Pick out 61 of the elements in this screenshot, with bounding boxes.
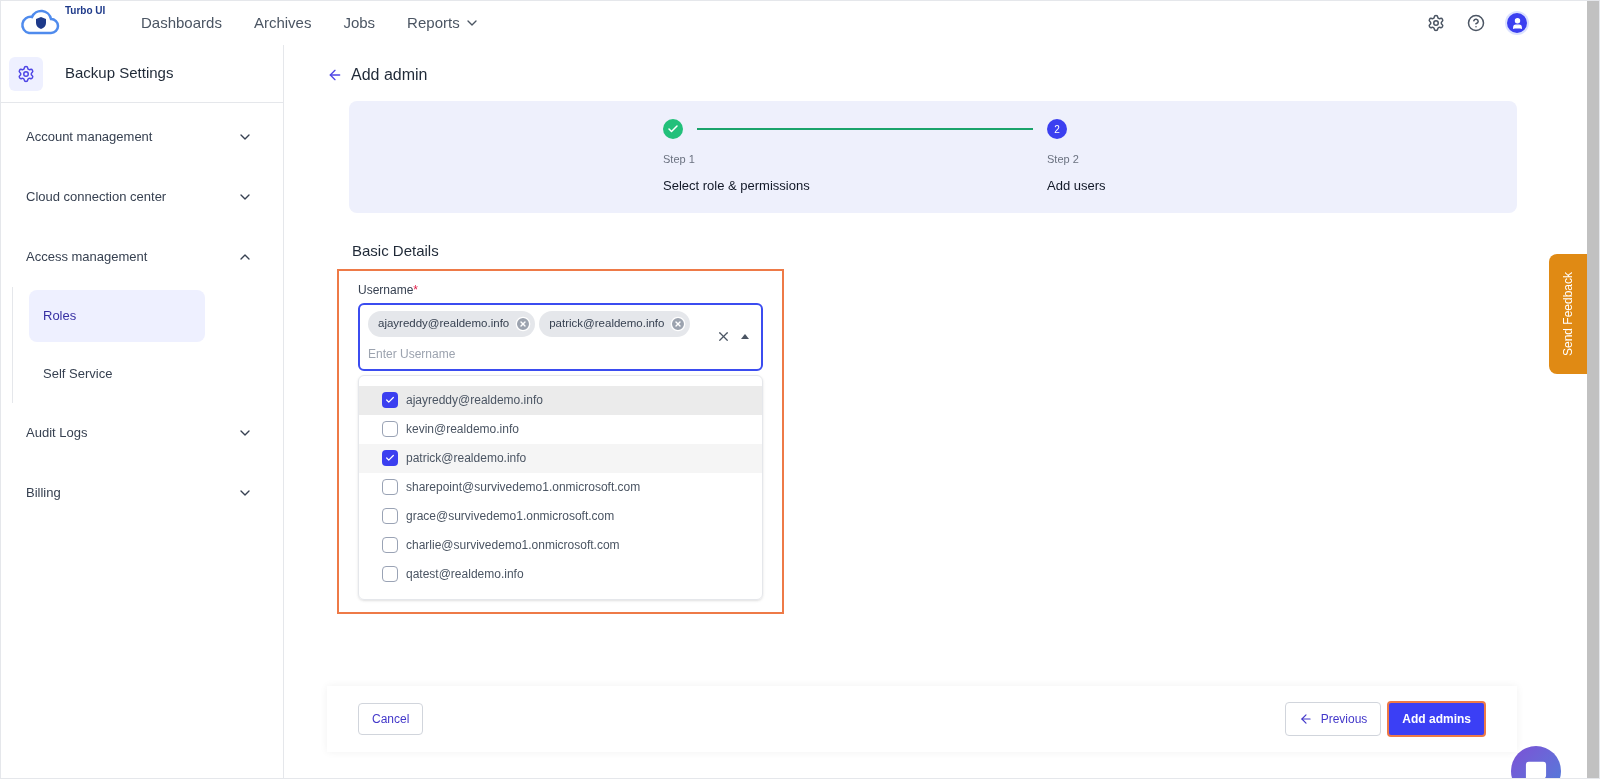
sidebar-section[interactable]: Audit Logs <box>1 403 283 463</box>
sidebar-item[interactable]: Roles <box>29 290 205 342</box>
nav-link[interactable]: Jobs <box>343 11 376 35</box>
option-row[interactable]: sharepoint@survivedemo1.onmicrosoft.com <box>359 472 762 502</box>
selected-chip[interactable]: patrick@realdemo.info <box>539 310 691 337</box>
option-row[interactable]: qatest@realdemo.info <box>359 559 762 589</box>
step-label: Step 2 <box>1047 152 1080 167</box>
option-label: qatest@realdemo.info <box>406 566 524 583</box>
back-arrow-icon[interactable] <box>327 67 343 83</box>
option-row[interactable]: grace@survivedemo1.onmicrosoft.com <box>359 501 762 531</box>
option-label: charlie@survivedemo1.onmicrosoft.com <box>406 537 620 554</box>
checkbox[interactable] <box>382 537 398 553</box>
clear-icon[interactable] <box>716 329 731 344</box>
checkbox[interactable] <box>382 450 398 466</box>
check-icon <box>385 395 395 405</box>
selected-chip[interactable]: ajayreddy@realdemo.info <box>368 310 536 337</box>
checkbox[interactable] <box>382 479 398 495</box>
sidebar-section[interactable]: Access management <box>1 227 283 287</box>
option-row[interactable]: charlie@survivedemo1.onmicrosoft.com <box>359 530 762 560</box>
previous-button[interactable]: Previous <box>1284 702 1382 736</box>
option-label: grace@survivedemo1.onmicrosoft.com <box>406 508 615 525</box>
settings-icon[interactable] <box>1427 14 1445 32</box>
sidebar-section[interactable]: Billing <box>1 463 283 523</box>
sidebar-section[interactable]: Cloud connection center <box>1 167 283 227</box>
username-input[interactable]: Enter Username <box>368 344 716 363</box>
checkbox[interactable] <box>382 566 398 582</box>
brand-name: Turbo UI <box>65 4 106 18</box>
option-row[interactable]: patrick@realdemo.info <box>359 443 762 473</box>
add-admins-button[interactable]: Add admins <box>1387 701 1486 737</box>
option-row[interactable]: kevin@realdemo.info <box>359 414 762 444</box>
step-number: 2 <box>1047 119 1067 139</box>
sidebar-section[interactable]: Account management <box>1 107 283 167</box>
nav-link[interactable]: Dashboards <box>141 11 222 35</box>
page-title: Add admin <box>351 65 428 85</box>
help-icon[interactable] <box>1467 14 1485 32</box>
check-icon <box>385 453 395 463</box>
option-label: kevin@realdemo.info <box>406 421 519 438</box>
step-title: Add users <box>1047 176 1106 195</box>
option-label: sharepoint@survivedemo1.onmicrosoft.com <box>406 479 641 496</box>
nav-link[interactable]: Archives <box>253 11 312 35</box>
sidebar-title: Backup Settings <box>65 63 174 84</box>
checkbox[interactable] <box>382 392 398 408</box>
user-icon <box>1510 16 1524 30</box>
step-title: Select role & permissions <box>663 176 811 195</box>
cancel-button[interactable]: Cancel <box>358 703 424 735</box>
option-row[interactable]: ajayreddy@realdemo.info <box>359 385 762 415</box>
option-label: ajayreddy@realdemo.info <box>406 392 543 409</box>
settings-icon <box>17 64 35 83</box>
step-label: Step 1 <box>663 152 696 167</box>
sidebar-item[interactable]: Self Service <box>29 348 205 400</box>
checkbox[interactable] <box>382 508 398 524</box>
field-label: Username <box>358 282 414 297</box>
option-label: patrick@realdemo.info <box>406 450 527 467</box>
nav-link[interactable]: Reports <box>407 11 480 35</box>
scrollbar[interactable] <box>1587 1 1599 778</box>
avatar-button[interactable] <box>1507 13 1527 33</box>
required-mark: * <box>413 282 419 297</box>
checkbox[interactable] <box>382 421 398 437</box>
caret-up-icon[interactable] <box>741 334 749 339</box>
username-field[interactable]: ajayreddy@realdemo.info patrick@realdemo.info Enter Username <box>358 302 763 371</box>
section-heading: Basic Details <box>352 241 440 261</box>
